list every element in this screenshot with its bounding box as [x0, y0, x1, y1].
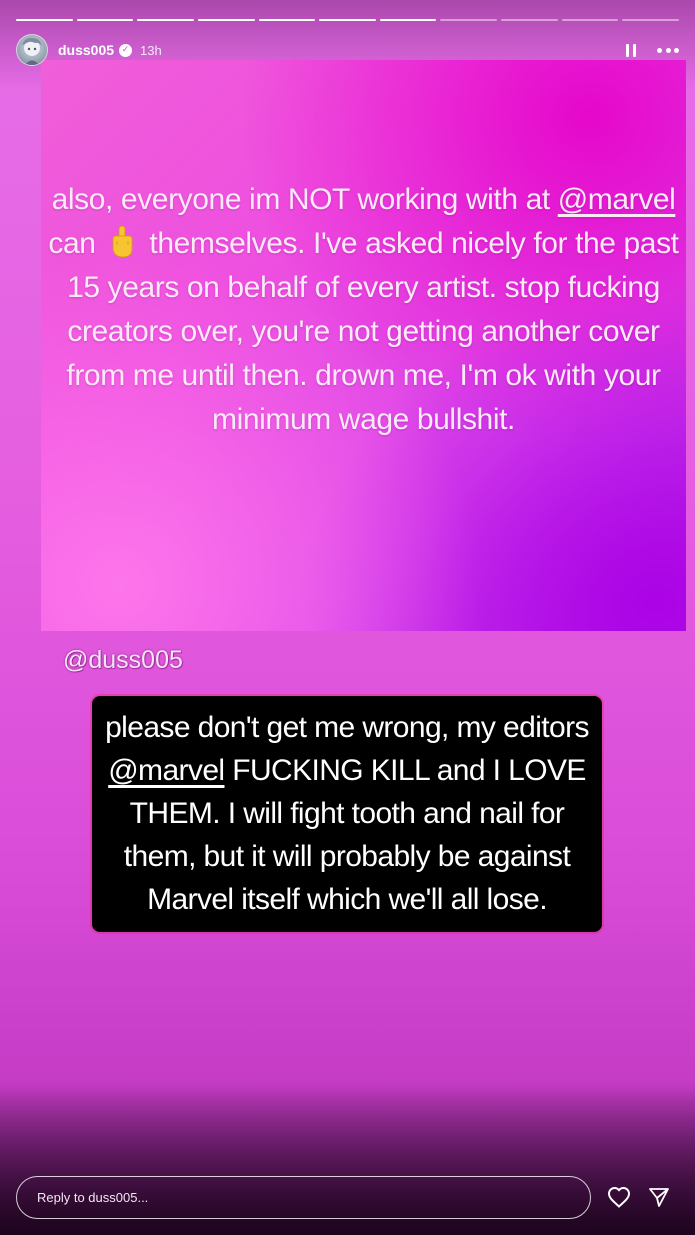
more-options-icon[interactable]	[657, 40, 679, 60]
progress-segment	[197, 19, 255, 21]
middle-finger-emoji-icon	[113, 225, 133, 258]
reshared-post-card[interactable]: also, everyone im NOT working with at @m…	[41, 60, 686, 631]
username[interactable]: duss005	[58, 42, 114, 58]
progress-segment	[76, 19, 134, 21]
reply-input[interactable]	[16, 1176, 591, 1219]
timestamp: 13h	[140, 42, 162, 58]
post-text: also, everyone im NOT working with at @m…	[41, 178, 686, 442]
heart-icon[interactable]	[607, 1186, 631, 1208]
progress-segment	[16, 19, 73, 21]
post-text-line1: also, everyone im NOT working with at	[51, 183, 558, 216]
story-progress-bar	[16, 19, 680, 21]
progress-segment	[137, 19, 194, 21]
avatar-face-icon	[22, 37, 42, 65]
avatar[interactable]	[16, 34, 48, 66]
caption-text: please don't get me wrong, my editors @m…	[92, 706, 602, 921]
story-header: duss005 ✓ 13h	[16, 34, 679, 66]
pause-icon[interactable]	[621, 40, 641, 60]
caption-mention-marvel[interactable]: @marvel	[108, 754, 225, 787]
progress-segment	[319, 19, 376, 21]
progress-segment	[622, 19, 680, 21]
progress-segment	[440, 19, 498, 21]
verified-badge-icon: ✓	[119, 43, 133, 57]
progress-segment	[379, 19, 437, 21]
caption-text-pre: please don't get me wrong, my editors	[105, 711, 589, 744]
progress-segment	[561, 19, 619, 21]
post-mention-marvel[interactable]: @marvel	[558, 183, 676, 216]
post-text-can: can	[48, 227, 96, 260]
post-text-body: themselves. I've asked nicely for the pa…	[66, 227, 679, 436]
progress-segment	[258, 19, 316, 21]
send-icon[interactable]	[648, 1186, 670, 1208]
mention-tag-duss005[interactable]: @duss005	[63, 646, 183, 675]
progress-segment	[501, 19, 558, 21]
